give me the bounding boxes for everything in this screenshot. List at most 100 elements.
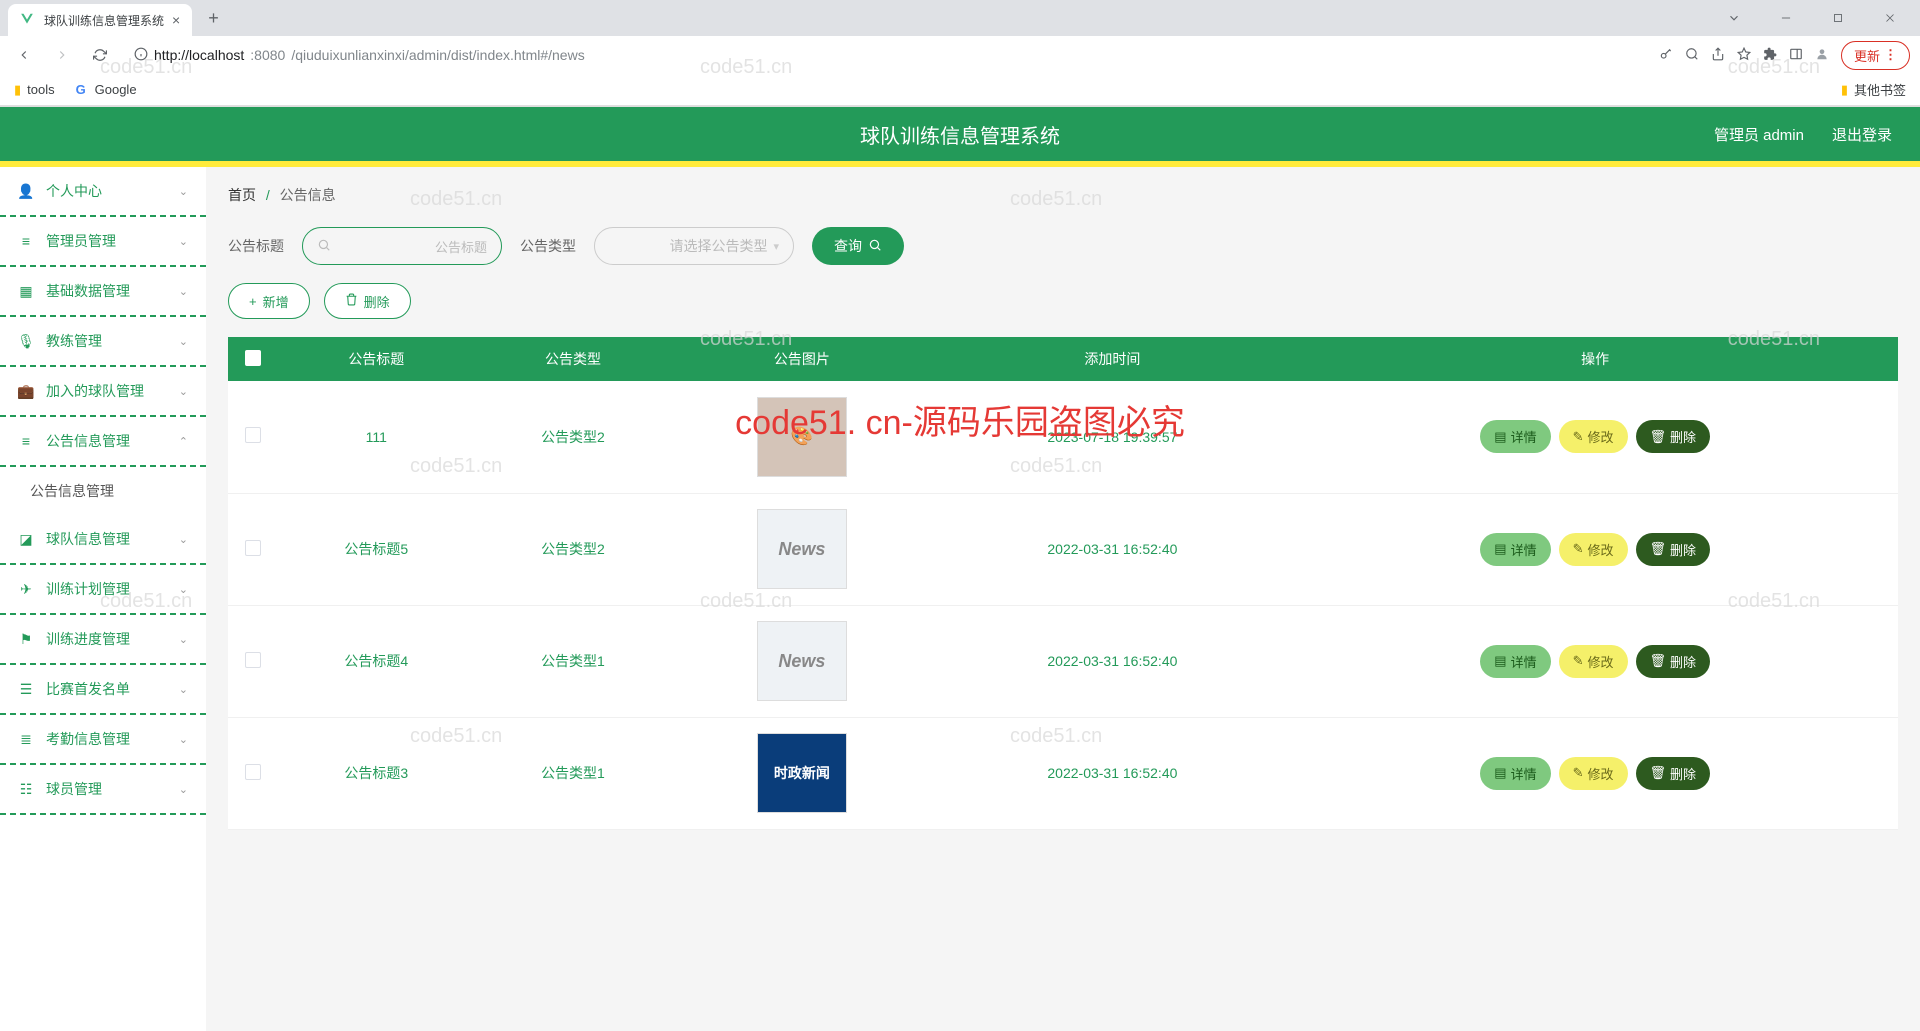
chevron-down-icon[interactable] <box>1712 3 1756 33</box>
extensions-icon[interactable] <box>1763 47 1777 64</box>
menu-icon: ☷ <box>18 781 34 798</box>
browser-tab[interactable]: 球队训练信息管理系统 × <box>8 4 192 36</box>
query-button[interactable]: 查询 <box>812 227 904 265</box>
doc-icon: ▤ <box>1494 765 1506 781</box>
side-panel-icon[interactable] <box>1789 47 1803 64</box>
cell-actions: ▤详情 ✎修改 🗑删除 <box>1292 605 1898 717</box>
sidebar-item[interactable]: ≡公告信息管理⌃ <box>0 417 206 467</box>
forward-button[interactable] <box>48 41 76 69</box>
row-delete-button[interactable]: 🗑删除 <box>1636 420 1711 453</box>
cell-title: 公告标题4 <box>278 605 475 717</box>
sidebar-item[interactable]: ☰比赛首发名单⌄ <box>0 665 206 715</box>
logout-link[interactable]: 退出登录 <box>1832 124 1892 145</box>
row-image: 时政新闻 <box>757 733 847 813</box>
menu-icon: 💼 <box>18 383 34 400</box>
sidebar-item[interactable]: ◪球队信息管理⌄ <box>0 515 206 565</box>
admin-label[interactable]: 管理员 admin <box>1714 124 1804 145</box>
app-body: 👤个人中心⌄≡管理员管理⌄▦基础数据管理⌄🎙教练管理⌄💼加入的球队管理⌄≡公告信… <box>0 167 1920 1031</box>
url-port: :8080 <box>250 47 285 63</box>
detail-button[interactable]: ▤详情 <box>1480 757 1550 790</box>
chevron-down-icon: ⌄ <box>179 783 188 796</box>
sidebar-item[interactable]: 🎙教练管理⌄ <box>0 317 206 367</box>
row-delete-button[interactable]: 🗑删除 <box>1636 645 1711 678</box>
chevron-up-icon: ⌃ <box>179 435 188 448</box>
sidebar-item[interactable]: ▦基础数据管理⌄ <box>0 267 206 317</box>
menu-label: 比赛首发名单 <box>46 679 130 699</box>
detail-button[interactable]: ▤详情 <box>1480 420 1550 453</box>
reload-button[interactable] <box>86 41 114 69</box>
bookmark-tools[interactable]: ▮tools <box>14 82 55 98</box>
profile-icon[interactable] <box>1815 47 1829 64</box>
tab-bar: 球队训练信息管理系统 × + <box>0 0 1920 36</box>
row-image: News <box>757 621 847 701</box>
maximize-icon[interactable] <box>1816 3 1860 33</box>
url-input[interactable]: http://localhost:8080/qiuduixunlianxinxi… <box>124 43 1649 68</box>
row-checkbox[interactable] <box>245 764 261 780</box>
table-header-cell: 公告图片 <box>671 337 932 381</box>
menu-icon: 👤 <box>18 183 34 200</box>
site-info-icon[interactable] <box>134 47 148 64</box>
back-button[interactable] <box>10 41 38 69</box>
edit-icon: ✎ <box>1573 653 1584 669</box>
sidebar-item[interactable]: ✈训练计划管理⌄ <box>0 565 206 615</box>
title-filter-input[interactable]: 公告标题 <box>302 227 502 265</box>
select-all-checkbox[interactable] <box>245 350 261 366</box>
menu-label: 球队信息管理 <box>46 529 130 549</box>
star-icon[interactable] <box>1737 47 1751 64</box>
tab-close-icon[interactable]: × <box>172 12 180 28</box>
edit-button[interactable]: ✎修改 <box>1559 645 1628 678</box>
toolbar-icons: 更新⋮ <box>1659 41 1910 70</box>
key-icon[interactable] <box>1659 47 1673 64</box>
menu-label: 个人中心 <box>46 181 102 201</box>
row-delete-button[interactable]: 🗑删除 <box>1636 757 1711 790</box>
share-icon[interactable] <box>1711 47 1725 64</box>
edit-button[interactable]: ✎修改 <box>1559 757 1628 790</box>
chevron-down-icon: ⌄ <box>179 285 188 298</box>
chevron-down-icon: ⌄ <box>179 633 188 646</box>
menu-label: 训练进度管理 <box>46 629 130 649</box>
bookmark-google[interactable]: GGoogle <box>73 82 137 98</box>
row-checkbox[interactable] <box>245 427 261 443</box>
breadcrumb-home[interactable]: 首页 <box>228 187 256 203</box>
bookmarks-bar: ▮tools GGoogle ▮其他书签 <box>0 74 1920 106</box>
table-header-cell: 公告类型 <box>475 337 672 381</box>
sidebar-item[interactable]: 👤个人中心⌄ <box>0 167 206 217</box>
cell-type: 公告类型1 <box>475 605 672 717</box>
sidebar-subitem[interactable]: 公告信息管理 <box>0 467 206 515</box>
minimize-icon[interactable] <box>1764 3 1808 33</box>
row-checkbox[interactable] <box>245 652 261 668</box>
menu-label: 教练管理 <box>46 331 102 351</box>
main-content: 首页 / 公告信息 公告标题 公告标题 公告类型 请选择公告类型 ▾ 查询 +新… <box>206 167 1920 1031</box>
app-header: 球队训练信息管理系统 管理员 admin 退出登录 <box>0 107 1920 161</box>
cell-title: 111 <box>278 381 475 493</box>
type-filter-select[interactable]: 请选择公告类型 ▾ <box>594 227 794 265</box>
sidebar-item[interactable]: ⚑训练进度管理⌄ <box>0 615 206 665</box>
chevron-down-icon: ⌄ <box>179 335 188 348</box>
sidebar-item[interactable]: ☷球员管理⌄ <box>0 765 206 815</box>
cell-time: 2022-03-31 16:52:40 <box>933 717 1293 829</box>
delete-button[interactable]: 删除 <box>324 283 411 319</box>
detail-button[interactable]: ▤详情 <box>1480 645 1550 678</box>
add-button[interactable]: +新增 <box>228 283 310 319</box>
sidebar-item[interactable]: 💼加入的球队管理⌄ <box>0 367 206 417</box>
edit-button[interactable]: ✎修改 <box>1559 533 1628 566</box>
search-icon <box>317 238 331 255</box>
update-button[interactable]: 更新⋮ <box>1841 41 1910 70</box>
zoom-icon[interactable] <box>1685 47 1699 64</box>
sidebar-item[interactable]: ≡管理员管理⌄ <box>0 217 206 267</box>
menu-icon: ≣ <box>18 731 34 748</box>
edit-button[interactable]: ✎修改 <box>1559 420 1628 453</box>
breadcrumb: 首页 / 公告信息 <box>228 185 1898 205</box>
folder-icon: ▮ <box>1841 82 1848 98</box>
sidebar-item[interactable]: ≣考勤信息管理⌄ <box>0 715 206 765</box>
new-tab-button[interactable]: + <box>200 4 227 33</box>
action-row: +新增 删除 <box>228 283 1898 319</box>
table-header: 公告标题公告类型公告图片添加时间操作 <box>228 337 1898 381</box>
row-checkbox[interactable] <box>245 540 261 556</box>
row-delete-button[interactable]: 🗑删除 <box>1636 533 1711 566</box>
chevron-down-icon: ⌄ <box>179 583 188 596</box>
window-controls <box>1712 3 1912 33</box>
bookmark-other[interactable]: ▮其他书签 <box>1841 80 1906 99</box>
detail-button[interactable]: ▤详情 <box>1480 533 1550 566</box>
close-window-icon[interactable] <box>1868 3 1912 33</box>
